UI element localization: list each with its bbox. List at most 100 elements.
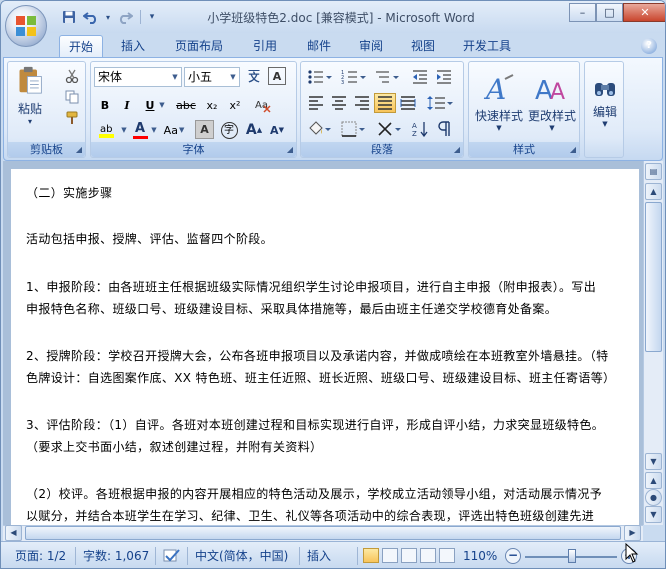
insert-mode[interactable]: 插入 xyxy=(307,548,331,564)
tab-page-layout[interactable]: 页面布局 xyxy=(167,35,231,57)
vertical-scroll-thumb[interactable] xyxy=(645,202,662,352)
tab-home[interactable]: 开始 xyxy=(59,35,103,57)
align-left-button[interactable] xyxy=(305,93,327,113)
print-layout-view-icon[interactable] xyxy=(363,548,379,563)
highlight-button[interactable]: ab xyxy=(94,120,120,140)
browse-object-icon[interactable]: ● xyxy=(645,489,662,506)
mouse-cursor-icon xyxy=(625,543,639,563)
shading-button[interactable] xyxy=(305,119,335,139)
align-center-icon xyxy=(332,96,346,110)
doc-line: 1、申报阶段：由各班班主任根据班级实际情况组织学生讨论申报项目，进行自主申报（附… xyxy=(26,280,597,294)
zoom-slider-thumb[interactable] xyxy=(568,549,576,563)
font-launcher-icon[interactable]: ◢ xyxy=(287,145,293,154)
decrease-indent-button[interactable] xyxy=(409,67,431,87)
change-case-button[interactable]: Aa ▼ xyxy=(161,120,187,140)
language[interactable]: 中文(简体，中国) xyxy=(195,548,288,564)
scroll-left-arrow[interactable]: ◀ xyxy=(5,525,22,541)
scroll-right-arrow[interactable]: ▶ xyxy=(624,525,641,541)
format-painter-button[interactable] xyxy=(61,108,83,128)
font-color-dropdown[interactable]: ▼ xyxy=(150,120,158,140)
customize-qat-button[interactable]: ▾ xyxy=(146,8,158,26)
tab-mailings[interactable]: 邮件 xyxy=(297,35,341,57)
office-button[interactable] xyxy=(5,5,47,47)
full-screen-reading-icon[interactable] xyxy=(382,548,398,563)
phonetic-guide-button[interactable]: 文 xyxy=(243,67,265,87)
paste-button[interactable]: 粘贴 ▾ xyxy=(12,66,48,126)
sort-button[interactable]: AZ xyxy=(409,119,431,139)
char-shading-button[interactable]: A xyxy=(195,120,214,139)
grow-font-button[interactable]: A ▲ xyxy=(243,120,265,140)
minimize-button[interactable]: – xyxy=(569,3,596,22)
undo-dropdown[interactable]: ▾ xyxy=(103,8,113,26)
document-page[interactable]: （二）实施步骤 活动包括申报、授牌、评估、监督四个阶段。 1、申报阶段：由各班班… xyxy=(11,169,639,525)
highlight-dropdown[interactable]: ▼ xyxy=(120,120,128,140)
justify-button[interactable] xyxy=(374,93,396,113)
change-styles-button[interactable]: AA 更改样式 ▼ xyxy=(527,66,577,138)
web-layout-view-icon[interactable] xyxy=(401,548,417,563)
increase-indent-button[interactable] xyxy=(433,67,455,87)
line-spacing-button[interactable] xyxy=(425,93,455,113)
window-title: 小学班级特色2.doc [兼容模式] - Microsoft Word xyxy=(207,11,475,25)
bold-button[interactable]: B xyxy=(94,95,116,115)
tab-references[interactable]: 引用 xyxy=(243,35,287,57)
vertical-scrollbar[interactable]: ▤ ▲ ▼ ▲ ● ▼ xyxy=(643,161,663,525)
clipboard-launcher-icon[interactable]: ◢ xyxy=(76,145,82,154)
horizontal-scroll-thumb[interactable] xyxy=(25,526,621,540)
tab-insert[interactable]: 插入 xyxy=(111,35,155,57)
save-button[interactable] xyxy=(59,8,79,26)
previous-page-icon[interactable]: ▲ xyxy=(645,472,662,489)
multilevel-list-button[interactable] xyxy=(373,67,403,87)
font-name-combo[interactable]: 宋体 ▼ xyxy=(94,67,182,87)
tab-view[interactable]: 视图 xyxy=(401,35,445,57)
paragraph-launcher-icon[interactable]: ◢ xyxy=(454,145,460,154)
redo-button[interactable] xyxy=(115,8,135,26)
align-center-button[interactable] xyxy=(328,93,350,113)
zoom-level[interactable]: 110% xyxy=(463,548,497,564)
char-border-button[interactable]: A xyxy=(268,67,286,85)
styles-launcher-icon[interactable]: ◢ xyxy=(570,145,576,154)
char-border-icon: A xyxy=(272,69,282,83)
close-button[interactable]: ✕ xyxy=(623,3,665,22)
shrink-font-button[interactable]: A ▼ xyxy=(266,120,288,140)
italic-button[interactable]: I xyxy=(116,95,138,115)
clear-formatting-button[interactable]: Aa xyxy=(251,95,275,115)
help-icon[interactable]: ? xyxy=(641,38,657,54)
font-size-combo[interactable]: 小五 ▼ xyxy=(184,67,240,87)
doc-line: （要求上交书面小结，叙述创建过程，并附有关资料） xyxy=(26,440,323,454)
subscript-button[interactable]: x₂ xyxy=(201,95,223,115)
tab-developer[interactable]: 开发工具 xyxy=(455,35,519,57)
bullets-button[interactable] xyxy=(305,67,335,87)
tab-review[interactable]: 审阅 xyxy=(349,35,393,57)
superscript-icon: x² xyxy=(229,98,241,112)
undo-button[interactable] xyxy=(81,8,101,26)
maximize-button[interactable]: □ xyxy=(596,3,623,22)
show-marks-button[interactable] xyxy=(433,119,455,139)
chinese-layout-button[interactable] xyxy=(375,119,405,139)
underline-dropdown[interactable]: ▼ xyxy=(157,95,167,115)
ruler-toggle-icon[interactable]: ▤ xyxy=(645,163,662,180)
font-color-button[interactable]: A xyxy=(129,120,151,140)
distributed-button[interactable] xyxy=(397,93,419,113)
scroll-down-arrow[interactable]: ▼ xyxy=(645,453,662,470)
copy-button[interactable] xyxy=(61,87,83,107)
title-bar: ▾ ▾ 小学班级特色2.doc [兼容模式] - Microsoft Word … xyxy=(1,1,665,33)
cut-button[interactable] xyxy=(61,66,83,86)
svg-text:A: A xyxy=(483,73,506,105)
scroll-up-arrow[interactable]: ▲ xyxy=(645,183,662,200)
proofing-status-icon[interactable] xyxy=(163,548,181,564)
word-count[interactable]: 字数: 1,067 xyxy=(83,548,149,564)
superscript-button[interactable]: x² xyxy=(224,95,246,115)
next-page-icon[interactable]: ▼ xyxy=(645,506,662,523)
outline-view-icon[interactable] xyxy=(420,548,436,563)
editing-button[interactable]: 编辑 ▼ xyxy=(587,66,623,138)
zoom-out-button[interactable]: − xyxy=(505,548,521,564)
numbering-button[interactable]: 123 xyxy=(339,67,369,87)
strikethrough-button[interactable]: abc xyxy=(173,95,199,115)
page-count[interactable]: 页面: 1/2 xyxy=(15,548,66,564)
enclose-characters-button[interactable]: 字 xyxy=(218,120,240,140)
horizontal-scrollbar[interactable]: ◀ ▶ xyxy=(3,525,643,541)
borders-button[interactable] xyxy=(339,119,369,139)
quick-styles-button[interactable]: A 快速样式 ▼ xyxy=(473,66,525,138)
draft-view-icon[interactable] xyxy=(439,548,455,563)
align-right-button[interactable] xyxy=(351,93,373,113)
